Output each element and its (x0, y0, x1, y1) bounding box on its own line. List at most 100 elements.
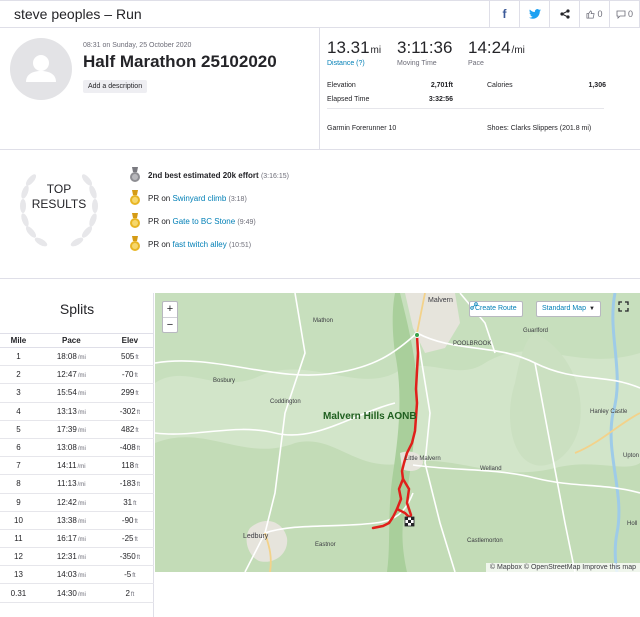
column-header: Mile (0, 333, 37, 348)
route-map[interactable]: Malvern Mathon Guarlford POOLBROOK Bosbu… (155, 293, 640, 572)
split-elev: -350ft (105, 547, 154, 567)
elevation-value: 2,701ft (430, 82, 453, 89)
map-place-label: Malvern (428, 297, 453, 304)
map-style-label: Standard Map (542, 305, 586, 312)
activity-info: 08:31 on Sunday, 25 October 2020 Half Ma… (0, 28, 320, 150)
facebook-share-button[interactable]: f (489, 1, 519, 27)
gold-medal-icon (130, 236, 140, 251)
activity-datetime: 08:31 on Sunday, 25 October 2020 (83, 42, 192, 49)
achievement-item: PR on fast twitch alley (10:51) (128, 236, 251, 252)
device-name: Garmin Forerunner 10 (327, 125, 397, 132)
table-row: 6 13:08/mi -408ft (0, 438, 154, 458)
elapsed-time-value: 3:32:56 (428, 96, 453, 103)
split-pace: 14:03/mi (36, 565, 106, 585)
split-pace: 13:38/mi (36, 511, 106, 530)
split-elev: -70ft (105, 365, 154, 385)
zoom-control: + − (162, 301, 178, 333)
header-title: steve peoples – Run (14, 6, 142, 22)
split-elev: -408ft (105, 438, 154, 458)
split-pace: 12:31/mi (36, 547, 106, 567)
split-mile: 13 (0, 565, 37, 585)
split-pace: 13:08/mi (36, 438, 106, 458)
table-row: 8 11:13/mi -183ft (0, 474, 154, 494)
caret-down-icon: ▼ (588, 306, 595, 312)
achievement-item: 2nd best estimated 20k effort (3:16:15) (128, 167, 289, 183)
achievement-item: PR on Swinyard climb (3:18) (128, 190, 247, 206)
splits-title: Splits (59, 301, 95, 317)
table-row: 4 13:13/mi -302ft (0, 402, 154, 421)
split-pace: 14:30/mi (36, 583, 106, 603)
map-place-label: Hanley Castle (590, 409, 628, 415)
column-header: Elev (105, 333, 154, 348)
split-elev: -183ft (105, 474, 154, 494)
achievement-item: PR on Gate to BC Stone (9:49) (128, 213, 256, 229)
column-header: Pace (36, 333, 106, 348)
split-pace: 17:39/mi (36, 420, 106, 439)
splits-panel: Splits Mile Pace Elev 1 18:08/mi 505ft 2 12:… (0, 293, 154, 617)
map-place-label: POOLBROOK (453, 341, 492, 347)
distance-stat: 13.31mi Distance (?) (327, 38, 381, 67)
kudos-button[interactable]: 0 (579, 1, 609, 27)
header-actions: f 0 0 (489, 1, 639, 27)
create-route-button[interactable]: Create Route (469, 301, 523, 317)
split-elev: 482ft (105, 420, 154, 439)
comments-button[interactable]: 0 (609, 1, 639, 27)
map-place-label: Welland (480, 466, 502, 472)
table-row: 13 14:03/mi -5ft (0, 565, 154, 585)
split-mile: 10 (0, 511, 37, 530)
top-results: TOP RESULTS 2nd best estimated 20k effor… (0, 150, 640, 279)
split-pace: 18:08/mi (36, 347, 106, 367)
table-row: 7 14:11/mi 118ft (0, 456, 154, 476)
map-style-select[interactable]: Standard Map ▼ (536, 301, 601, 317)
split-elev: 2ft (105, 583, 154, 603)
comment-icon (616, 10, 626, 19)
facebook-icon: f (502, 7, 507, 21)
table-row: 9 12:42/mi 31ft (0, 493, 154, 512)
avatar[interactable] (10, 38, 72, 100)
segment-link[interactable]: Swinyard climb (172, 194, 226, 203)
split-elev: -25ft (105, 529, 154, 549)
segment-link[interactable]: Gate to BC Stone (172, 217, 235, 226)
split-mile: 2 (0, 365, 37, 385)
map-place-label: Mathon (313, 318, 334, 324)
split-mile: 0.31 (0, 583, 37, 603)
map-place-label: Coddington (270, 399, 301, 405)
split-elev: 118ft (105, 456, 154, 476)
map-canvas[interactable] (155, 293, 640, 572)
table-row: 11 16:17/mi -25ft (0, 529, 154, 549)
segment-link[interactable]: fast twitch alley (172, 240, 226, 249)
moving-time-value: 3:11:36 (397, 38, 453, 57)
twitter-icon (528, 9, 541, 19)
split-pace: 13:13/mi (36, 402, 106, 421)
map-region-label: Malvern Hills AONB (323, 411, 417, 422)
split-elev: 31ft (105, 493, 154, 512)
split-mile: 4 (0, 402, 37, 421)
split-pace: 11:13/mi (36, 474, 106, 494)
map-attribution[interactable]: © Mapbox © OpenStreetMap Improve this ma… (485, 563, 640, 572)
split-pace: 16:17/mi (36, 529, 106, 549)
thumbs-up-icon (587, 10, 596, 18)
split-pace: 12:42/mi (36, 493, 106, 512)
pace-label: Pace (468, 60, 484, 67)
zoom-out-button[interactable]: − (163, 317, 177, 332)
split-elev: -5ft (105, 565, 154, 585)
split-mile: 6 (0, 438, 37, 458)
splits-table: Mile Pace Elev 1 18:08/mi 505ft 2 12:47/mi -7… (0, 333, 154, 603)
map-place-label: Castlemorton (467, 538, 503, 544)
expand-icon (618, 301, 629, 312)
split-mile: 12 (0, 547, 37, 567)
table-row: 5 17:39/mi 482ft (0, 420, 154, 439)
activity-name[interactable]: Half Marathon 25102020 (83, 52, 277, 72)
share-button[interactable] (549, 1, 579, 27)
kudos-count: 0 (597, 9, 603, 19)
split-pace: 14:11/mi (36, 456, 106, 476)
comments-count: 0 (627, 9, 633, 19)
twitter-share-button[interactable] (519, 1, 549, 27)
distance-label[interactable]: Distance (?) (327, 60, 381, 67)
add-description-button[interactable]: Add a description (83, 80, 148, 93)
split-mile: 8 (0, 474, 37, 494)
elevation-label: Elevation (327, 82, 356, 89)
zoom-in-button[interactable]: + (163, 302, 177, 317)
fullscreen-button[interactable] (618, 301, 634, 317)
split-mile: 11 (0, 529, 37, 549)
